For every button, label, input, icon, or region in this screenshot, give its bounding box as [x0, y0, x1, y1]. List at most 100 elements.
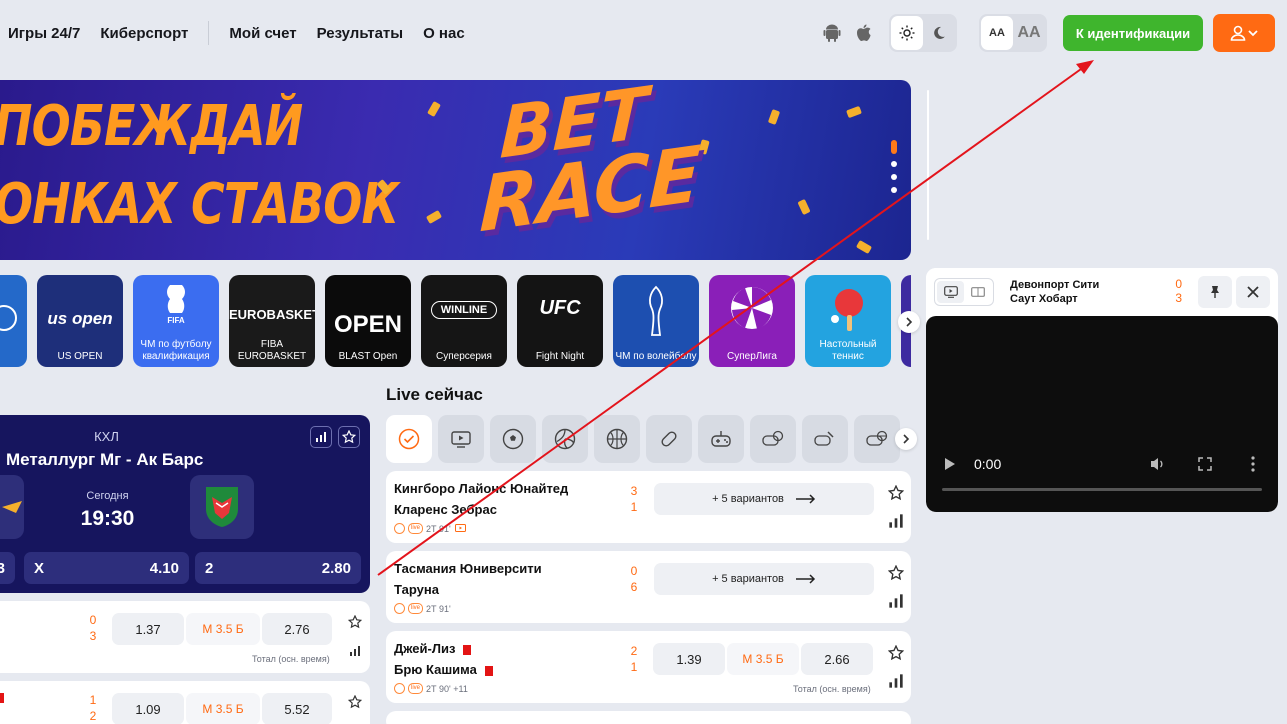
category-us-open[interactable]: us open US OPEN — [37, 275, 123, 367]
font-big-button[interactable]: AA — [1013, 16, 1045, 50]
esports-hockey-icon — [814, 431, 834, 446]
live-match-row[interactable] — [386, 711, 911, 724]
odd-1[interactable]: 1.39 — [653, 643, 725, 675]
stats-icon — [316, 432, 326, 442]
team-away: Таруна — [394, 582, 439, 597]
nav-results[interactable]: Результаты — [317, 25, 403, 42]
stats-button[interactable] — [310, 426, 332, 448]
live-match-row[interactable]: Джей-Лиз Брю Кашима 2 1 live 2Т 90' +11 … — [386, 631, 911, 703]
live-match-row[interactable]: Кингборо Лайонс Юнайтед Кларенс Зебрас 3… — [386, 471, 911, 543]
close-button[interactable] — [1236, 276, 1270, 308]
odd-2[interactable]: 5.52 — [262, 693, 332, 724]
category-fifa-qualification[interactable]: FIFA ЧМ по футболу квалификация — [133, 275, 219, 367]
stats-icon[interactable] — [888, 673, 904, 689]
promo-banner[interactable]: ПОБЕЖДАЙ ОНКАХ СТАВОК BET RACE — [0, 80, 911, 260]
banner-dot-active[interactable] — [891, 140, 897, 154]
volume-icon[interactable] — [1150, 456, 1166, 472]
odd-home[interactable]: 3 — [0, 552, 15, 584]
dark-theme-button[interactable] — [923, 16, 955, 50]
category-eurobasket[interactable]: EUROBASKET FIBA EUROBASKET — [229, 275, 315, 367]
live-match-row[interactable]: Тасмания Юниверсити Таруна 0 6 live 2Т 9… — [386, 551, 911, 623]
more-options-icon[interactable] — [1251, 456, 1255, 472]
star-icon[interactable] — [888, 485, 904, 501]
odd-away[interactable]: 2 2.80 — [195, 552, 361, 584]
star-icon[interactable] — [348, 615, 362, 629]
team1-logo — [0, 475, 24, 539]
esports-football-icon — [762, 430, 784, 446]
sport-filter-all[interactable] — [386, 415, 432, 463]
odd-2[interactable]: 2.76 — [262, 613, 332, 645]
total-line[interactable]: М 3.5 Б — [727, 643, 799, 675]
player-team-home: Девонпорт Сити — [1010, 279, 1100, 291]
video-surface[interactable]: 0:00 — [926, 316, 1278, 512]
video-progress-bar[interactable] — [942, 488, 1262, 491]
apple-icon[interactable] — [852, 22, 874, 44]
left-match-row[interactable]: 1 2 1.09 М 3.5 Б 5.52 — [0, 681, 370, 724]
star-icon[interactable] — [348, 695, 362, 709]
star-icon[interactable] — [888, 645, 904, 661]
category-fight-night[interactable]: UFC Fight Night — [517, 275, 603, 367]
sport-filter-esports-basketball[interactable] — [854, 415, 900, 463]
identification-button[interactable]: К идентификации — [1063, 15, 1203, 51]
odd-1[interactable]: 1.09 — [112, 693, 184, 724]
user-menu-button[interactable] — [1213, 14, 1275, 52]
basketball-icon — [606, 428, 628, 450]
sport-filter-bar — [386, 415, 911, 463]
font-small-button[interactable]: AA — [981, 16, 1013, 50]
stats-icon[interactable] — [888, 593, 904, 609]
video-view-button[interactable] — [937, 281, 964, 303]
play-icon[interactable] — [944, 457, 956, 471]
banner-dot[interactable] — [891, 161, 897, 167]
sport-filter-basketball[interactable] — [594, 415, 640, 463]
more-variants-button[interactable]: + 5 вариантов — [654, 563, 874, 595]
category-globe[interactable] — [0, 275, 27, 367]
total-line[interactable]: М 3.5 Б — [186, 613, 260, 645]
team-home-name: Джей-Лиз — [394, 641, 456, 656]
category-blast-open[interactable]: OPEN BLAST Open — [325, 275, 411, 367]
pin-button[interactable] — [1198, 276, 1232, 308]
favorite-button[interactable] — [338, 426, 360, 448]
odd-1[interactable]: 1.37 — [112, 613, 184, 645]
sport-filter-hockey[interactable] — [646, 415, 692, 463]
total-line[interactable]: М 3.5 Б — [186, 693, 260, 724]
android-icon[interactable] — [821, 22, 843, 44]
sport-filter-volleyball[interactable] — [542, 415, 588, 463]
player-header: Девонпорт Сити Саут Хобарт 0 3 — [926, 268, 1278, 316]
stats-icon[interactable] — [888, 513, 904, 529]
odd-2[interactable]: 2.66 — [801, 643, 873, 675]
more-variants-button[interactable]: + 5 вариантов — [654, 483, 874, 515]
blast-open-logo: OPEN — [333, 311, 402, 338]
nav-about[interactable]: О нас — [423, 25, 465, 42]
sport-filter-esports-hockey[interactable] — [802, 415, 848, 463]
category-table-tennis[interactable]: Настольный теннис — [805, 275, 891, 367]
left-match-row[interactable]: 0 3 1.37 М 3.5 Б 2.76 Тотал (осн. время) — [0, 601, 370, 673]
score-1: 1 — [89, 693, 97, 707]
field-view-button[interactable] — [964, 281, 991, 303]
table-tennis-icon — [831, 289, 863, 331]
player-scores: 0 3 — [1172, 277, 1182, 305]
banner-dot[interactable] — [891, 187, 897, 193]
category-superliga[interactable]: СуперЛига — [709, 275, 795, 367]
nav-my-account[interactable]: Мой счет — [229, 25, 296, 42]
sport-filter-video[interactable] — [438, 415, 484, 463]
live-video-player: Девонпорт Сити Саут Хобарт 0 3 0:00 — [926, 268, 1278, 512]
category-volleyball-wc[interactable]: ЧМ по волейболу — [613, 275, 699, 367]
featured-match-card[interactable]: КХЛ Металлург Мг - Ак Барс Сегодня 19:30… — [0, 415, 370, 593]
fullscreen-icon[interactable] — [1198, 457, 1212, 471]
sports-next-button[interactable] — [895, 428, 917, 450]
sport-filter-football[interactable] — [490, 415, 536, 463]
banner-dot[interactable] — [891, 174, 897, 180]
sport-filter-esports[interactable] — [698, 415, 744, 463]
category-superseries[interactable]: WINLINE Суперсерия — [421, 275, 507, 367]
light-theme-button[interactable] — [891, 16, 923, 50]
nav-esports[interactable]: Киберспорт — [100, 25, 188, 42]
nav-games-24-7[interactable]: Игры 24/7 — [8, 25, 80, 42]
odd-draw[interactable]: X 4.10 — [24, 552, 189, 584]
star-icon[interactable] — [888, 565, 904, 581]
stats-icon[interactable] — [349, 645, 361, 657]
red-card-icon — [484, 665, 493, 676]
banner-headline-1: ПОБЕЖДАЙ — [0, 94, 303, 159]
main-nav: Игры 24/7 Киберспорт Мой счет Результаты… — [8, 21, 485, 45]
sport-filter-esports-football[interactable] — [750, 415, 796, 463]
carousel-next-button[interactable] — [898, 311, 920, 333]
